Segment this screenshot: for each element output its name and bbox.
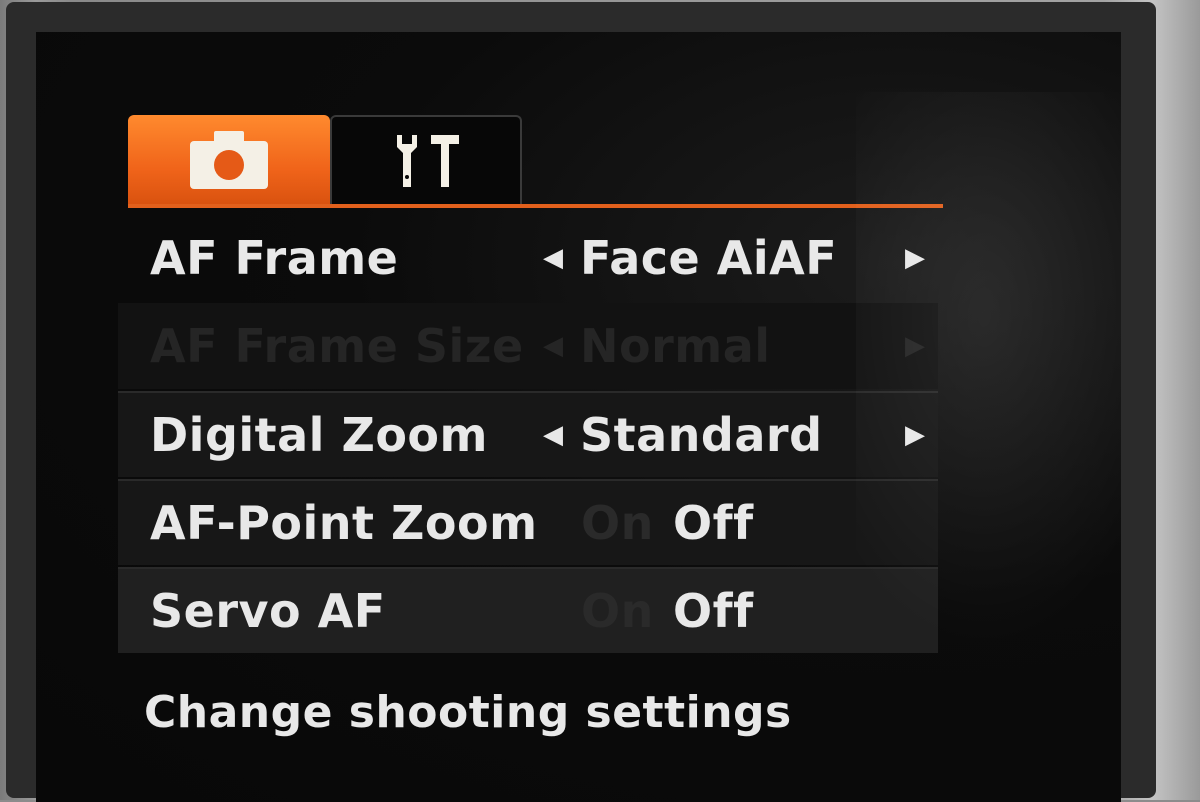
menu-item-af-frame[interactable]: AF Frame ◀ Face AiAF ▶ (118, 215, 938, 301)
lcd-screen: AF Frame ◀ Face AiAF ▶ AF Frame Size ◀ N… (36, 32, 1121, 802)
camera-icon (190, 131, 268, 189)
menu-item-label: Digital Zoom (150, 408, 488, 462)
menu-item-label: AF-Point Zoom (150, 496, 538, 550)
menu-item-label: AF Frame Size (150, 319, 524, 373)
menu-item-value: Normal (580, 319, 771, 373)
menu-item-af-frame-size: AF Frame Size ◀ Normal ▶ (118, 303, 938, 389)
tab-underline (128, 204, 943, 208)
menu-item-servo-af[interactable]: Servo AF On Off (118, 567, 938, 653)
screen-bezel: AF Frame ◀ Face AiAF ▶ AF Frame Size ◀ N… (6, 2, 1156, 802)
right-arrow-icon[interactable]: ▶ (905, 420, 926, 450)
help-text: Change shooting settings (144, 687, 792, 738)
right-arrow-icon: ▶ (905, 331, 926, 361)
option-on[interactable]: On (581, 584, 654, 638)
tab-tools[interactable] (330, 115, 522, 205)
option-on[interactable]: On (581, 496, 654, 550)
left-arrow-icon: ◀ (543, 331, 564, 361)
option-off[interactable]: Off (673, 584, 754, 638)
menu-item-label: Servo AF (150, 584, 386, 638)
left-arrow-icon[interactable]: ◀ (543, 243, 564, 273)
tab-camera[interactable] (128, 115, 330, 205)
menu-item-value: Standard (580, 408, 823, 462)
menu-item-af-point-zoom[interactable]: AF-Point Zoom On Off (118, 479, 938, 565)
menu-item-value: Face AiAF (580, 231, 838, 285)
option-off[interactable]: Off (673, 496, 754, 550)
right-arrow-icon[interactable]: ▶ (905, 243, 926, 273)
left-arrow-icon[interactable]: ◀ (543, 420, 564, 450)
menu-item-label: AF Frame (150, 231, 399, 285)
wrench-hammer-icon (397, 135, 459, 187)
camera-body: AF Frame ◀ Face AiAF ▶ AF Frame Size ◀ N… (0, 0, 1200, 802)
menu-item-digital-zoom[interactable]: Digital Zoom ◀ Standard ▶ (118, 391, 938, 477)
